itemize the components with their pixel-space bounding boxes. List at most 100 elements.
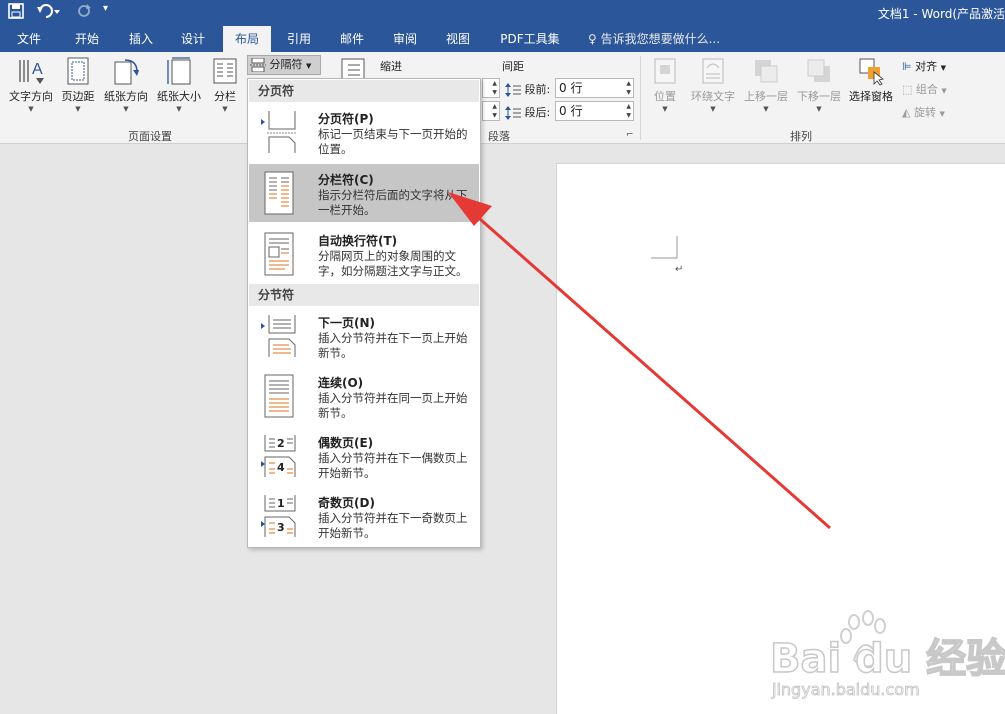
text-direction-icon: A [19, 60, 44, 84]
tab-pdf-tools[interactable]: PDF工具集 [492, 26, 568, 52]
send-backward-icon [807, 59, 830, 82]
tab-view[interactable]: 视图 [435, 26, 481, 52]
space-after-stepper[interactable]: 0 行 ▲ ▼ [555, 101, 634, 121]
send-backward-label: 下移一层 [797, 90, 841, 103]
chevron-down-icon: ▼ [662, 105, 668, 113]
columns-button[interactable]: 分栏 ▼ [208, 56, 242, 113]
chevron-down-icon: ▼ [941, 87, 947, 95]
title-bar: ▾ 文档1 - Word(产品激活 [0, 0, 1005, 26]
odd-page-title: 奇数页(D) [318, 496, 375, 510]
menu-item-continuous[interactable]: 连续(O) 插入分节符并在同一页上开始新节。 [249, 367, 479, 425]
space-after-label: 段后: [524, 106, 551, 119]
next-page-icon [261, 315, 296, 357]
margins-label: 页边距 [61, 90, 95, 103]
chevron-down-icon: ▼ [816, 105, 822, 113]
group-label: 组合 [915, 83, 938, 96]
redo-icon[interactable] [76, 3, 92, 23]
orientation-icon [114, 59, 139, 85]
orientation-label: 纸张方向 [104, 90, 148, 103]
send-backward-button[interactable]: 下移一层 ▼ [793, 56, 845, 113]
even-page-desc: 插入分节符并在下一偶数页上开始新节。 [318, 451, 468, 480]
tab-review[interactable]: 审阅 [382, 26, 428, 52]
space-after-value: 0 行 [559, 104, 583, 118]
odd-page-icon: 1 3 [261, 495, 296, 537]
continuous-desc: 插入分节符并在同一页上开始新节。 [318, 391, 468, 420]
arrange-group-label: 排列 [790, 130, 812, 143]
tab-mailings[interactable]: 邮件 [329, 26, 375, 52]
section-breaks-header: 分节符 [249, 284, 479, 306]
indent-left-stepper[interactable]: ▲ ▼ [482, 78, 500, 98]
save-icon[interactable] [8, 3, 24, 23]
position-button[interactable]: 位置 ▼ [648, 56, 682, 113]
tab-design[interactable]: 设计 [170, 26, 216, 52]
size-label: 纸张大小 [157, 90, 201, 103]
menu-item-next-page[interactable]: 下一页(N) 插入分节符并在下一页上开始新节。 [249, 307, 479, 365]
space-before-row: 段前: [505, 81, 550, 97]
breaks-button[interactable]: 分隔符 ▼ [247, 55, 321, 75]
bring-forward-icon [755, 60, 778, 83]
position-icon [654, 58, 676, 84]
chevron-down-icon: ▼ [939, 110, 945, 118]
column-break-title: 分栏符(C) [318, 173, 374, 187]
columns-icon [213, 58, 237, 84]
selection-pane-button[interactable]: 选择窗格 [846, 56, 896, 104]
continuous-icon [264, 374, 294, 418]
chevron-down-icon: ▼ [75, 105, 81, 113]
menu-item-text-wrapping[interactable]: 自动换行符(T) 分隔网页上的对象周围的文字，如分隔题注文字与正文。 [249, 225, 479, 283]
menu-item-page-break[interactable]: 分页符(P) 标记一页结束与下一页开始的位置。 [249, 103, 479, 161]
bring-forward-label: 上移一层 [744, 90, 788, 103]
group-button[interactable]: ⬚ 组合 ▼ [902, 81, 947, 97]
tab-home[interactable]: 开始 [64, 26, 110, 52]
page-setup-group-label: 页面设置 [128, 130, 172, 143]
menu-item-odd-page[interactable]: 1 3 奇数页(D) 插入分节符并在下一奇数页上开始新节。 [249, 487, 479, 545]
svg-text:A: A [32, 61, 43, 78]
breaks-label: 分隔符 [269, 58, 303, 71]
customize-qa-icon[interactable]: ▾ [103, 3, 108, 14]
rotate-button[interactable]: ◭ 旋转 ▼ [902, 104, 945, 120]
column-break-icon [264, 171, 294, 215]
chevron-down-icon: ▼ [176, 105, 182, 113]
paragraph-mark: ↵ [675, 264, 684, 275]
wrap-text-button[interactable]: 环绕文字 ▼ [686, 56, 740, 113]
margins-button[interactable]: 页边距 ▼ [58, 56, 98, 113]
chevron-down-icon: ▼ [763, 105, 769, 113]
size-button[interactable]: 纸张大小 ▼ [154, 56, 204, 113]
paragraph-dialog-launcher-icon[interactable]: ⌐ [626, 130, 634, 140]
tab-references[interactable]: 引用 [276, 26, 322, 52]
breaks-icon [250, 57, 266, 73]
bring-forward-button[interactable]: 上移一层 ▼ [740, 56, 792, 113]
space-before-icon [505, 83, 521, 97]
tab-layout[interactable]: 布局 [223, 26, 271, 52]
columns-label: 分栏 [214, 90, 236, 103]
page-break-icon [261, 111, 297, 153]
chevron-down-icon: ▼ [28, 105, 34, 113]
indent-right-stepper[interactable]: ▲ ▼ [482, 101, 500, 121]
page-breaks-header: 分页符 [249, 80, 479, 102]
chevron-down-icon: ▼ [123, 105, 129, 113]
tab-insert[interactable]: 插入 [118, 26, 164, 52]
align-button[interactable]: ⊫ 对齐 ▼ [902, 58, 946, 74]
text-direction-button[interactable]: A 文字方向 ▼ [4, 56, 58, 113]
paragraph-group-label: 段落 [488, 130, 510, 143]
orientation-button[interactable]: 纸张方向 ▼ [100, 56, 152, 113]
space-before-stepper[interactable]: 0 行 ▲ ▼ [555, 78, 634, 98]
rotate-label: 旋转 [913, 106, 936, 119]
svg-text:4: 4 [277, 461, 285, 474]
next-page-desc: 插入分节符并在下一页上开始新节。 [318, 331, 468, 360]
page-break-desc: 标记一页结束与下一页开始的位置。 [318, 127, 468, 156]
tell-me-search[interactable]: ♀ 告诉我您想要做什么... [588, 26, 720, 52]
continuous-title: 连续(O) [318, 376, 364, 390]
window-title: 文档1 - Word(产品激活 [877, 7, 1005, 21]
menu-item-even-page[interactable]: 2 4 偶数页(E) 插入分节符并在下一偶数页上开始新节。 [249, 427, 479, 485]
wrap-text-icon [702, 58, 724, 84]
selection-pane-icon [859, 58, 884, 86]
tab-file[interactable]: 文件 [6, 26, 52, 52]
group-icon: ⬚ [902, 83, 913, 96]
svg-text:2: 2 [277, 437, 285, 450]
page-break-title: 分页符(P) [318, 112, 374, 126]
undo-icon[interactable] [36, 3, 62, 23]
menu-item-column-break[interactable]: 分栏符(C) 指示分栏符后面的文字将从下一栏开始。 [249, 164, 479, 222]
align-icon: ⊫ [902, 60, 912, 73]
selection-pane-label: 选择窗格 [849, 90, 893, 103]
space-after-icon [505, 106, 521, 120]
